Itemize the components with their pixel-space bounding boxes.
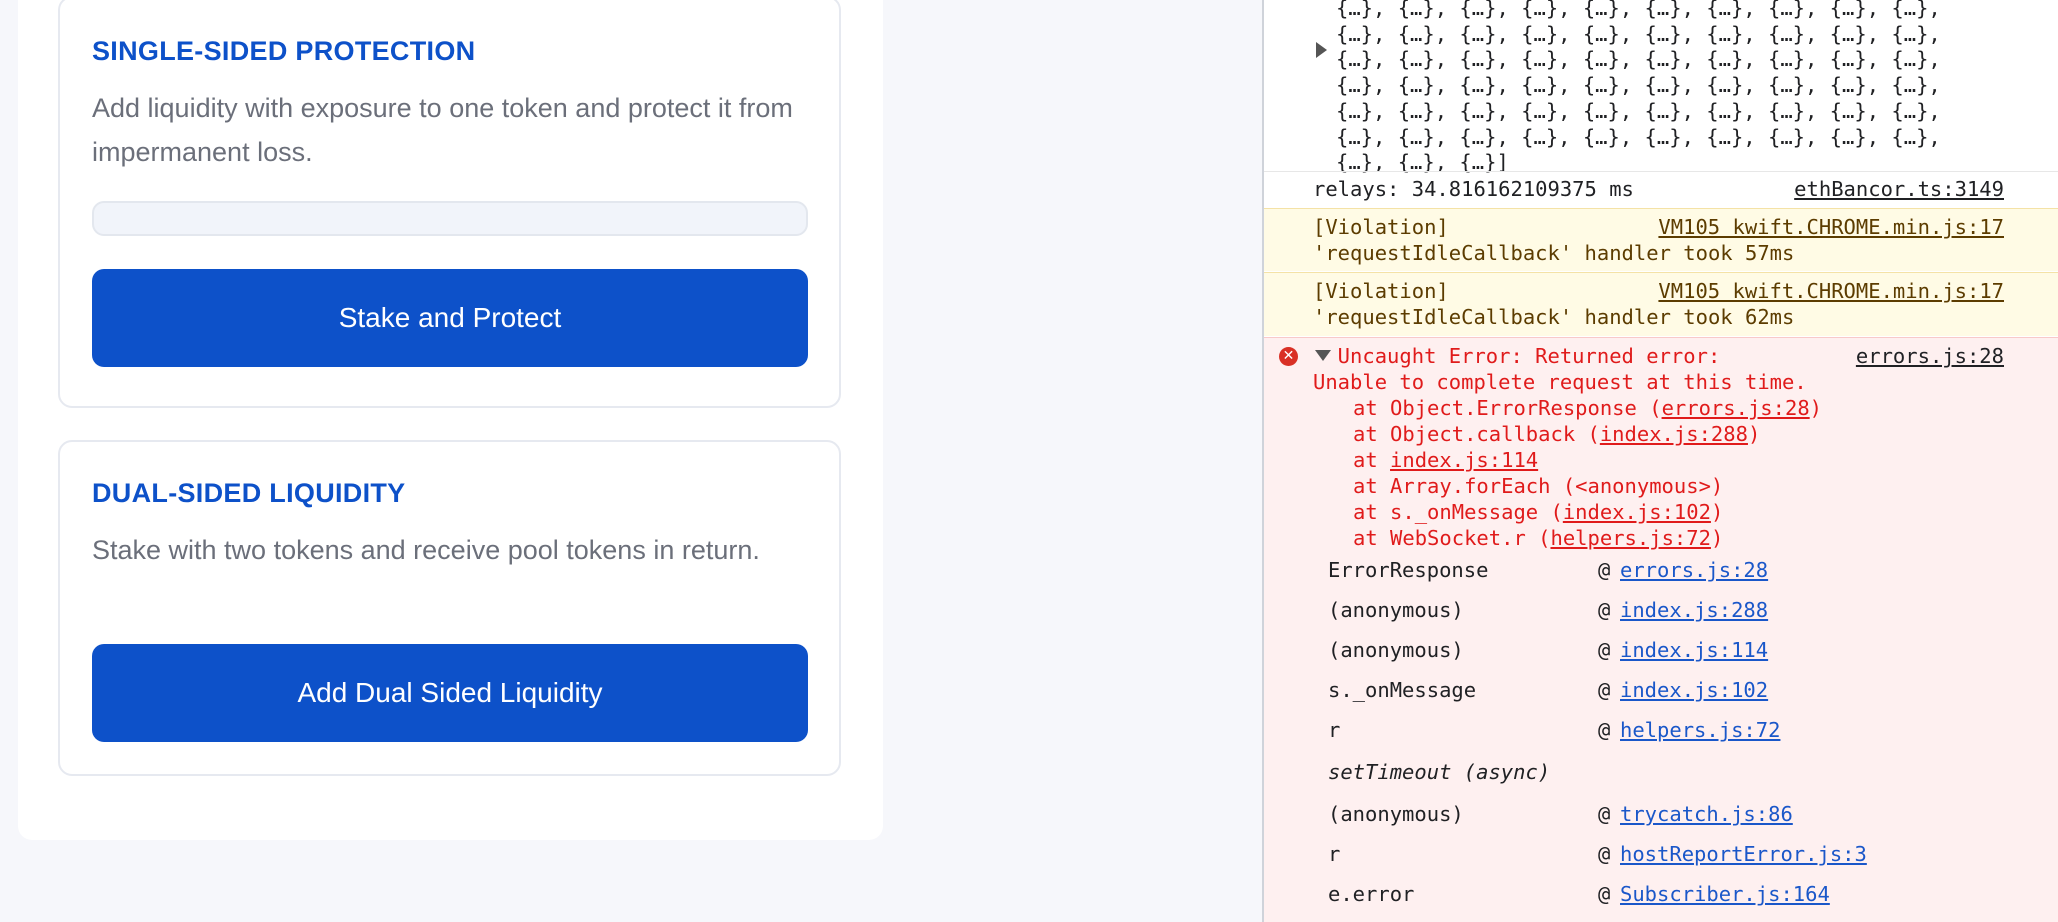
trace-source-link[interactable]: index.js:114 bbox=[1620, 637, 1768, 677]
stack-frame-link[interactable]: index.js:114 bbox=[1390, 448, 1538, 472]
stack-frame-text: ) bbox=[1710, 500, 1724, 524]
liquidity-panel: SINGLE-SIDED PROTECTION Add liquidity wi… bbox=[18, 0, 883, 840]
trace-at-sign: @ bbox=[1598, 638, 1611, 662]
log-source-link[interactable]: ethBancor.ts:3149 bbox=[1794, 176, 2004, 202]
trace-function: e.error bbox=[1328, 882, 1415, 906]
stack-frame-text: ) bbox=[1747, 422, 1761, 446]
warning-source-link[interactable]: VM105 kwift.CHROME.min.js:17 bbox=[1658, 214, 2004, 240]
trace-row: (anonymous) @ index.js:114 bbox=[1328, 637, 2028, 677]
stack-frame-link[interactable]: index.js:102 bbox=[1563, 500, 1711, 524]
trace-at-sign: @ bbox=[1598, 558, 1611, 582]
trace-source-link[interactable]: errors.js:28 bbox=[1620, 557, 1768, 597]
trace-at-sign: @ bbox=[1598, 718, 1611, 742]
stack-frame-link[interactable]: helpers.js:72 bbox=[1550, 526, 1710, 550]
trace-source-link[interactable]: helpers.js:72 bbox=[1620, 717, 1780, 757]
trace-at-sign: @ bbox=[1598, 882, 1611, 906]
trace-function: (anonymous) bbox=[1328, 598, 1464, 622]
trace-at-sign: @ bbox=[1598, 802, 1611, 826]
stack-frame-text: at Array.forEach (<anonymous>) bbox=[1353, 474, 1724, 498]
expand-triangle-icon[interactable] bbox=[1316, 42, 1327, 58]
trace-row: s._onMessage @ index.js:102 bbox=[1328, 677, 2028, 717]
error-source-link[interactable]: errors.js:28 bbox=[1856, 343, 2004, 369]
console-error-row: ✕ Uncaught Error: Returned error: Unable… bbox=[1264, 337, 2058, 922]
warning-source-link[interactable]: VM105 kwift.CHROME.min.js:17 bbox=[1658, 278, 2004, 304]
trace-source-link[interactable]: index.js:102 bbox=[1620, 677, 1768, 717]
stack-frame-link[interactable]: errors.js:28 bbox=[1662, 396, 1810, 420]
console-log-row: relays: 34.816162109375 ms ethBancor.ts:… bbox=[1264, 171, 2058, 208]
devtools-console: {…}, {…}, {…}, {…}, {…}, {…}, {…}, {…}, … bbox=[1262, 0, 2058, 922]
console-warning-row: [Violation] 'requestIdleCallback' handle… bbox=[1264, 208, 2058, 271]
error-icon: ✕ bbox=[1279, 347, 1298, 366]
trace-function: r bbox=[1328, 718, 1341, 742]
trace-source-link[interactable]: Subscriber.js:164 bbox=[1620, 881, 1830, 921]
protection-progress-bar bbox=[92, 201, 808, 236]
object-array-preview[interactable]: {…}, {…}, {…}, {…}, {…}, {…}, {…}, {…}, … bbox=[1336, 0, 1941, 176]
stack-frame-text: at bbox=[1353, 448, 1391, 472]
trace-at-sign: @ bbox=[1598, 842, 1611, 866]
stack-frame-text: at s._onMessage ( bbox=[1353, 500, 1563, 524]
dual-sided-description: Stake with two tokens and receive pool t… bbox=[92, 535, 760, 565]
trace-function: ErrorResponse bbox=[1328, 558, 1489, 582]
error-line: Uncaught Error: Returned error: bbox=[1313, 344, 1721, 368]
single-sided-description: Add liquidity with exposure to one token… bbox=[92, 93, 793, 167]
trace-function: s._onMessage bbox=[1328, 678, 1477, 702]
trace-source-link[interactable]: hostReportError.js:3 bbox=[1620, 841, 1867, 881]
trace-function: r bbox=[1328, 842, 1341, 866]
trace-at-sign: @ bbox=[1598, 678, 1611, 702]
trace-source-link[interactable]: trycatch.js:86 bbox=[1620, 801, 1793, 841]
trace-source-link[interactable]: index.js:288 bbox=[1620, 597, 1768, 637]
trace-function: (anonymous) bbox=[1328, 802, 1464, 826]
trace-row: ErrorResponse @ errors.js:28 bbox=[1328, 557, 2028, 597]
trace-row: (anonymous) @ index.js:288 bbox=[1328, 597, 2028, 637]
error-message: Uncaught Error: Returned error: Unable t… bbox=[1313, 343, 1822, 551]
add-dual-sided-liquidity-button[interactable]: Add Dual Sided Liquidity bbox=[92, 644, 808, 742]
dual-sided-card: DUAL-SIDED LIQUIDITY Stake with two toke… bbox=[58, 440, 841, 776]
trace-at-sign: @ bbox=[1598, 598, 1611, 622]
single-sided-title: SINGLE-SIDED PROTECTION bbox=[92, 36, 476, 66]
stake-and-protect-button[interactable]: Stake and Protect bbox=[92, 269, 808, 367]
log-message: relays: 34.816162109375 ms bbox=[1313, 177, 1634, 201]
trace-function: (anonymous) bbox=[1328, 638, 1464, 662]
async-boundary-label: setTimeout (async) bbox=[1328, 760, 1551, 784]
stack-frame-text: at Object.callback ( bbox=[1353, 422, 1600, 446]
dual-sided-title: DUAL-SIDED LIQUIDITY bbox=[92, 478, 406, 508]
trace-row: e.error @ Subscriber.js:164 bbox=[1328, 881, 2028, 921]
stack-frame-text: at WebSocket.r ( bbox=[1353, 526, 1551, 550]
stack-frame-text: ) bbox=[1809, 396, 1823, 420]
stack-frame-text: at Object.ErrorResponse ( bbox=[1353, 396, 1662, 420]
trace-row: r @ helpers.js:72 bbox=[1328, 717, 2028, 757]
trace-row: r @ hostReportError.js:3 bbox=[1328, 841, 2028, 881]
error-stack-trace: ErrorResponse @ errors.js:28 (anonymous) @ in… bbox=[1328, 557, 2028, 921]
stack-frame-link[interactable]: index.js:288 bbox=[1600, 422, 1748, 446]
console-warning-row: [Violation] 'requestIdleCallback' handle… bbox=[1264, 272, 2058, 336]
stack-frame-text: ) bbox=[1710, 526, 1724, 550]
trace-row: (anonymous) @ trycatch.js:86 bbox=[1328, 801, 2028, 841]
error-line: Unable to complete request at this time. bbox=[1313, 370, 1807, 394]
single-sided-card: SINGLE-SIDED PROTECTION Add liquidity wi… bbox=[58, 0, 841, 408]
